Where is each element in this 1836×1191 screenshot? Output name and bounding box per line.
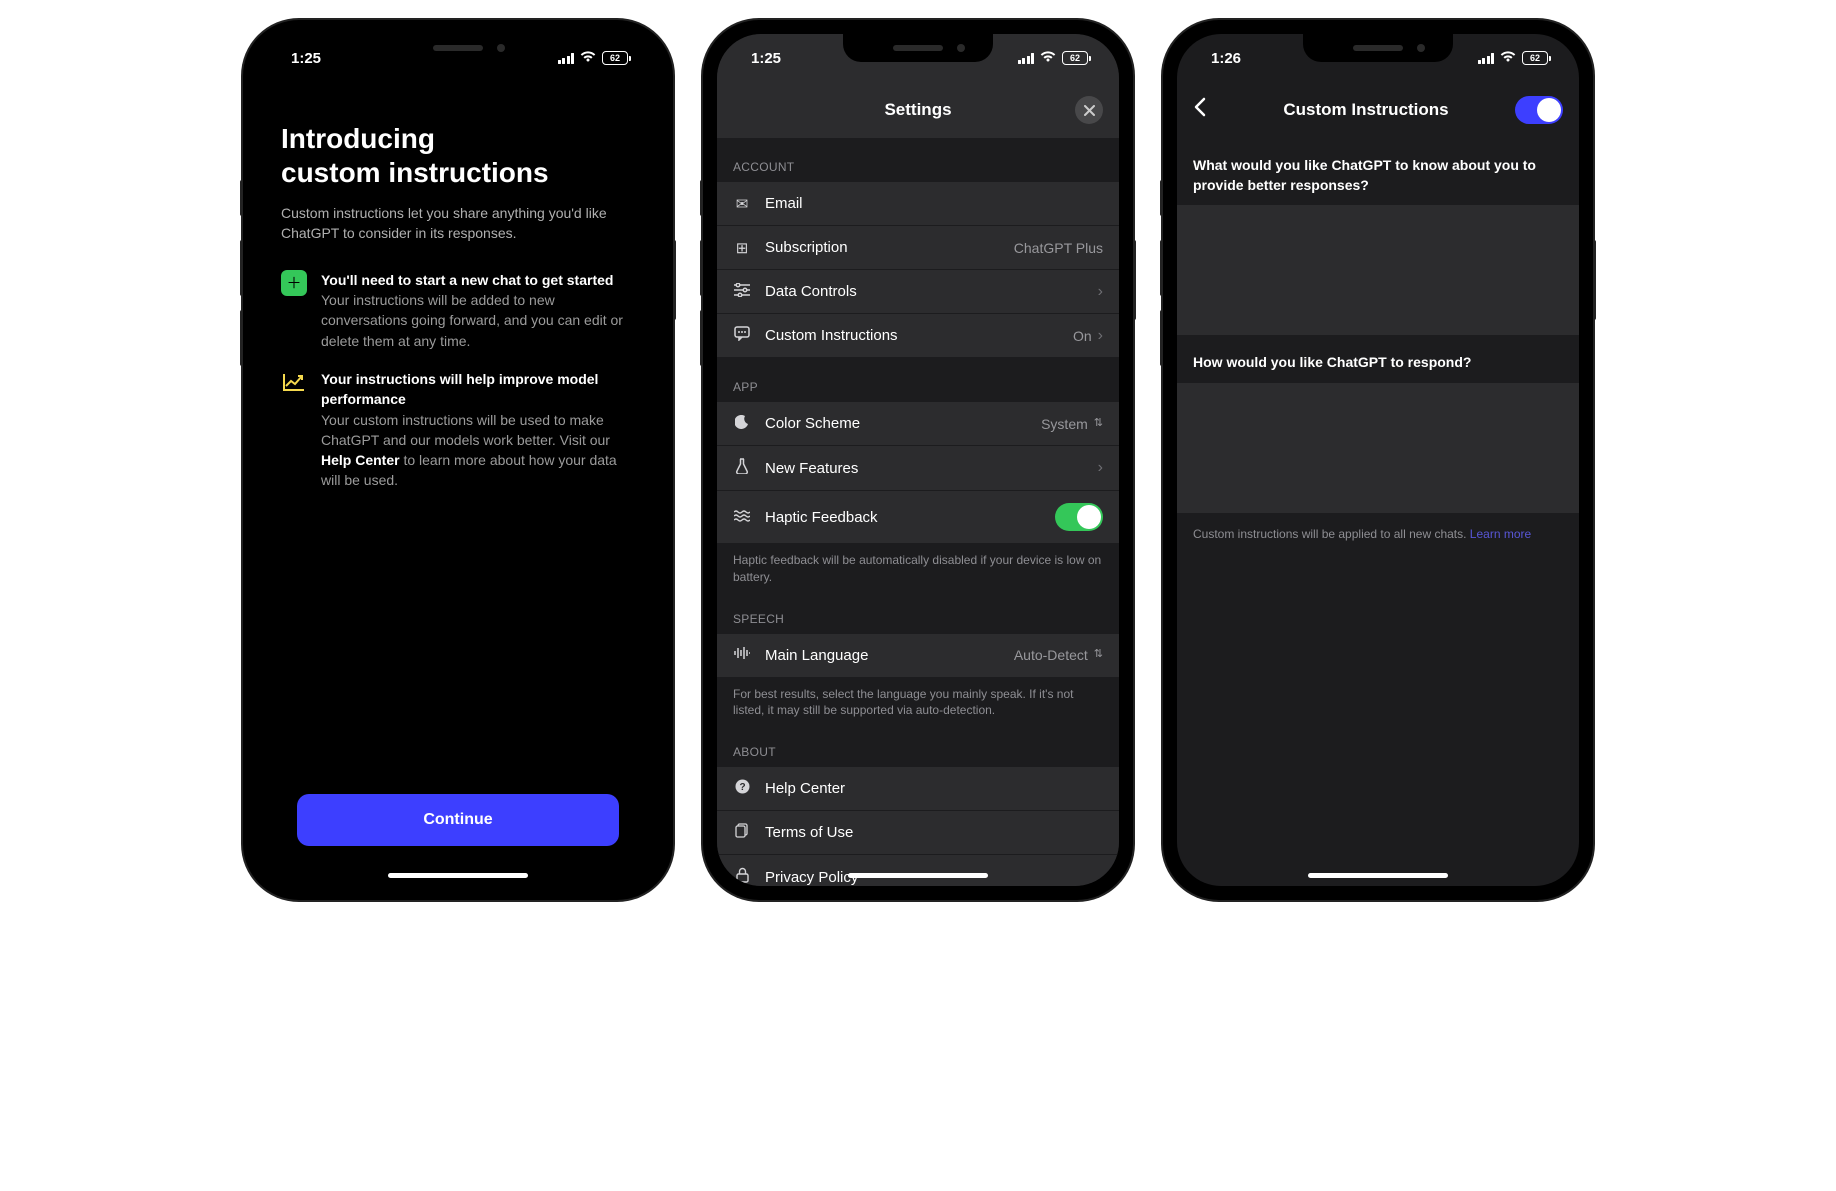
plus-square-icon: ⊞ bbox=[733, 239, 751, 257]
row-help-center[interactable]: ? Help Center bbox=[717, 767, 1119, 811]
settings-header: Settings bbox=[717, 82, 1119, 138]
section-app: APP bbox=[717, 358, 1119, 402]
ci-input-1[interactable] bbox=[1177, 205, 1579, 335]
envelope-icon: ✉ bbox=[733, 195, 751, 213]
row-main-language[interactable]: Main Language Auto-Detect ⇅ bbox=[717, 634, 1119, 678]
plus-icon: ＋ bbox=[281, 270, 307, 296]
status-time: 1:26 bbox=[1211, 50, 1241, 67]
help-center-link[interactable]: Help Center bbox=[321, 452, 400, 468]
status-time: 1:25 bbox=[751, 50, 781, 67]
ci-note: Custom instructions will be applied to a… bbox=[1177, 513, 1579, 555]
speech-bubble-icon bbox=[733, 326, 751, 345]
haptic-toggle[interactable] bbox=[1055, 503, 1103, 531]
chevron-right-icon: › bbox=[1098, 327, 1103, 345]
intro-subtitle: Custom instructions let you share anythi… bbox=[281, 203, 635, 244]
ci-header: Custom Instructions bbox=[1177, 82, 1579, 138]
wifi-icon bbox=[1500, 50, 1516, 66]
settings-title: Settings bbox=[884, 100, 951, 120]
phone-settings: 1:25 62 Settings ACCOUNT ✉ Email bbox=[703, 20, 1133, 900]
flask-icon bbox=[733, 458, 751, 478]
continue-button[interactable]: Continue bbox=[297, 794, 619, 846]
doc-stack-icon bbox=[733, 823, 751, 842]
section-account: ACCOUNT bbox=[717, 138, 1119, 182]
battery-icon: 62 bbox=[602, 51, 631, 65]
phone-intro: 1:25 62 Introducing custom instructions … bbox=[243, 20, 673, 900]
battery-icon: 62 bbox=[1522, 51, 1551, 65]
home-indicator[interactable] bbox=[1308, 873, 1448, 878]
row-terms[interactable]: Terms of Use bbox=[717, 811, 1119, 855]
learn-more-link[interactable]: Learn more bbox=[1470, 527, 1531, 541]
home-indicator[interactable] bbox=[848, 873, 988, 878]
updown-icon: ⇅ bbox=[1094, 421, 1103, 427]
section-about: ABOUT bbox=[717, 723, 1119, 767]
app-section-footer: Haptic feedback will be automatically di… bbox=[717, 544, 1119, 590]
close-button[interactable] bbox=[1075, 96, 1103, 124]
wifi-icon bbox=[580, 50, 596, 66]
ci-input-2[interactable] bbox=[1177, 383, 1579, 513]
svg-text:?: ? bbox=[739, 782, 745, 793]
moon-icon bbox=[733, 415, 751, 433]
chevron-right-icon: › bbox=[1098, 459, 1103, 477]
intro-title: Introducing custom instructions bbox=[281, 122, 635, 189]
ci-title: Custom Instructions bbox=[1227, 100, 1505, 120]
cellular-icon bbox=[558, 53, 575, 64]
waves-icon bbox=[733, 509, 751, 526]
chevron-right-icon: › bbox=[1098, 283, 1103, 301]
ci-prompt-1: What would you like ChatGPT to know abou… bbox=[1177, 138, 1579, 205]
sliders-icon bbox=[733, 283, 751, 301]
row-privacy[interactable]: Privacy Policy bbox=[717, 855, 1119, 886]
status-time: 1:25 bbox=[291, 50, 321, 67]
notch bbox=[1303, 34, 1453, 62]
row-color-scheme[interactable]: Color Scheme System ⇅ bbox=[717, 402, 1119, 446]
row-new-features[interactable]: New Features › bbox=[717, 446, 1119, 491]
row-data-controls[interactable]: Data Controls › bbox=[717, 270, 1119, 314]
updown-icon: ⇅ bbox=[1094, 652, 1103, 658]
notch bbox=[383, 34, 533, 62]
row-custom-instructions[interactable]: Custom Instructions On › bbox=[717, 314, 1119, 358]
ci-prompt-2: How would you like ChatGPT to respond? bbox=[1177, 335, 1579, 383]
wifi-icon bbox=[1040, 50, 1056, 66]
intro-bullet-new-chat: ＋ You'll need to start a new chat to get… bbox=[281, 270, 635, 351]
row-haptic: Haptic Feedback bbox=[717, 491, 1119, 544]
trend-up-icon bbox=[281, 369, 307, 395]
question-circle-icon: ? bbox=[733, 779, 751, 798]
waveform-icon bbox=[733, 646, 751, 664]
speech-section-footer: For best results, select the language yo… bbox=[717, 678, 1119, 724]
battery-icon: 62 bbox=[1062, 51, 1091, 65]
back-button[interactable] bbox=[1193, 97, 1217, 123]
notch bbox=[843, 34, 993, 62]
home-indicator[interactable] bbox=[388, 873, 528, 878]
section-speech: SPEECH bbox=[717, 590, 1119, 634]
row-subscription[interactable]: ⊞ Subscription ChatGPT Plus bbox=[717, 226, 1119, 270]
cellular-icon bbox=[1478, 53, 1495, 64]
phone-custom-instructions: 1:26 62 Custom Instructions What would y… bbox=[1163, 20, 1593, 900]
row-email[interactable]: ✉ Email bbox=[717, 182, 1119, 226]
intro-bullet-model: Your instructions will help improve mode… bbox=[281, 369, 635, 491]
ci-enable-toggle[interactable] bbox=[1515, 96, 1563, 124]
lock-icon bbox=[733, 867, 751, 886]
cellular-icon bbox=[1018, 53, 1035, 64]
